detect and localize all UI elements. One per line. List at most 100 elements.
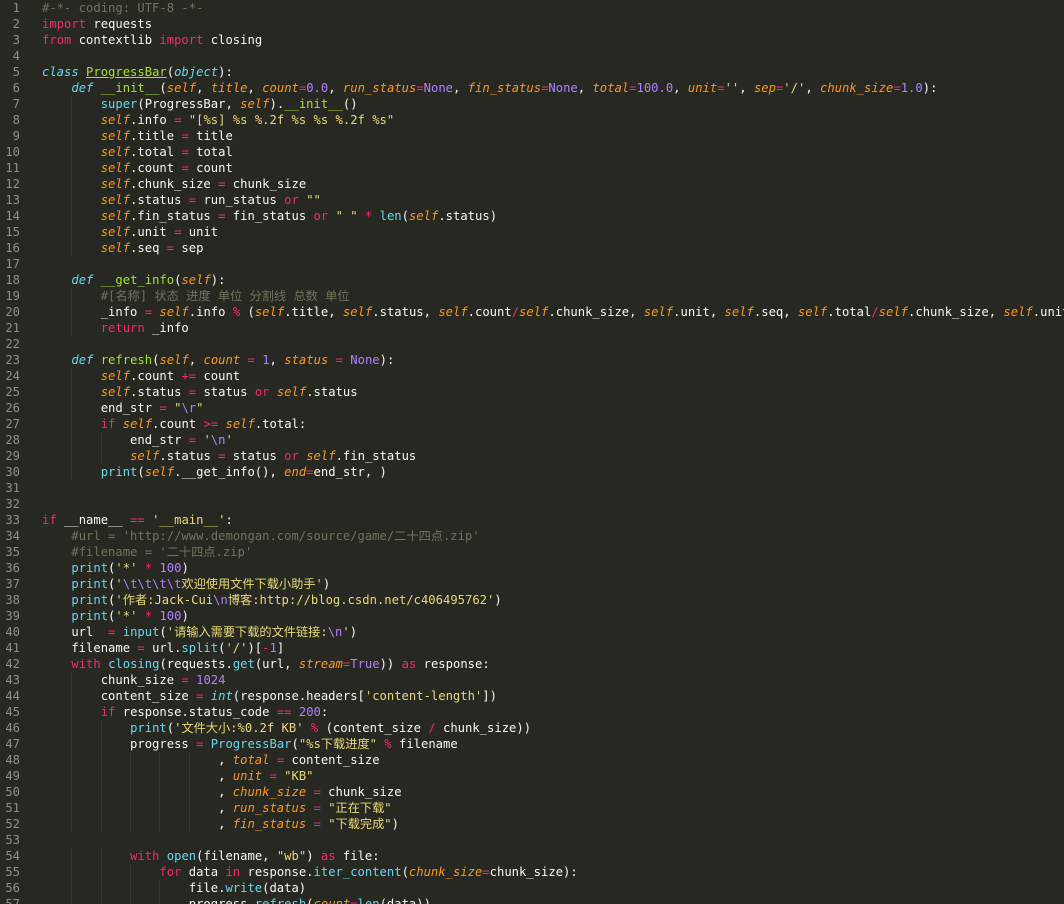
- line-number: 30: [5, 465, 20, 479]
- code-area[interactable]: #-*- coding: UTF-8 -*- import requests fro…: [42, 0, 1064, 904]
- code-line[interactable]: return _info: [42, 320, 1064, 336]
- code-line[interactable]: print('作者:Jack-Cui\n博客:http://blog.csdn.…: [42, 592, 1064, 608]
- code-line[interactable]: if __name__ == '__main__':: [42, 512, 1064, 528]
- code-token: write: [225, 881, 263, 895]
- code-line[interactable]: self.fin_status = fin_status or " " * le…: [42, 208, 1064, 224]
- code-line[interactable]: self.title = title: [42, 128, 1064, 144]
- code-line[interactable]: , run_status = "正在下载": [42, 800, 1064, 816]
- code-token: response.: [240, 865, 314, 879]
- code-line[interactable]: if response.status_code == 200:: [42, 704, 1064, 720]
- code-token: run_status: [342, 81, 417, 95]
- code-token: with: [71, 657, 101, 671]
- code-line[interactable]: self.unit = unit: [42, 224, 1064, 240]
- line-number: 15: [5, 225, 20, 239]
- code-token: =: [181, 145, 189, 159]
- code-line[interactable]: end_str = "\r": [42, 400, 1064, 416]
- indent-guide: [100, 816, 102, 832]
- code-line[interactable]: progress = ProgressBar("%s下载进度" % filena…: [42, 736, 1064, 752]
- code-token: filename: [391, 737, 458, 751]
- code-line[interactable]: [42, 336, 1064, 352]
- code-line[interactable]: content_size = int(response.headers['con…: [42, 688, 1064, 704]
- code-line[interactable]: if self.count >= self.total:: [42, 416, 1064, 432]
- code-line[interactable]: [42, 832, 1064, 848]
- code-token: ': [342, 625, 350, 639]
- code-line[interactable]: self.status = status or self.status: [42, 384, 1064, 400]
- line-number: 42: [5, 657, 20, 671]
- code-line[interactable]: file.write(data): [42, 880, 1064, 896]
- code-line[interactable]: class ProgressBar(object):: [42, 64, 1064, 80]
- code-line[interactable]: def __get_info(self):: [42, 272, 1064, 288]
- code-token: 200: [298, 705, 321, 719]
- line-number: 50: [5, 785, 20, 799]
- code-line[interactable]: , total = content_size: [42, 752, 1064, 768]
- code-token: if: [100, 417, 116, 431]
- code-line[interactable]: self.status = status or self.fin_status: [42, 448, 1064, 464]
- code-line[interactable]: print('*' * 100): [42, 608, 1064, 624]
- code-token: (: [159, 81, 167, 95]
- line-number: 20: [5, 305, 20, 319]
- code-token: =: [137, 641, 145, 655]
- code-line[interactable]: url = input('请输入需要下载的文件链接:\n'): [42, 624, 1064, 640]
- indent-guide: [71, 704, 73, 720]
- code-line[interactable]: , unit = "KB": [42, 768, 1064, 784]
- code-token: ): [494, 593, 502, 607]
- code-line[interactable]: for data in response.iter_content(chunk_…: [42, 864, 1064, 880]
- code-line[interactable]: [42, 496, 1064, 512]
- line-number: 8: [12, 113, 20, 127]
- code-line[interactable]: progress.refresh(count=len(data)): [42, 896, 1064, 904]
- code-line[interactable]: #filename = '二十四点.zip': [42, 544, 1064, 560]
- line-number: 57: [5, 897, 20, 904]
- code-line[interactable]: self.status = run_status or "": [42, 192, 1064, 208]
- code-token: ): [181, 561, 189, 575]
- code-line[interactable]: chunk_size = 1024: [42, 672, 1064, 688]
- code-line[interactable]: print(self.__get_info(), end=end_str, ): [42, 464, 1064, 480]
- indent-guide: [71, 400, 73, 416]
- code-editor[interactable]: 1 2 3 4 5 6 7 8 9 10 11 12 13 14 15 16 17 18 19 20 21 22 23 24 2…: [0, 0, 1064, 904]
- code-token: chunk_size: [820, 81, 894, 95]
- code-line[interactable]: def refresh(self, count = 1, status = No…: [42, 352, 1064, 368]
- code-token: self: [240, 97, 270, 111]
- code-line[interactable]: self.count += count: [42, 368, 1064, 384]
- code-token: as: [401, 657, 417, 671]
- code-token: .count: [152, 417, 204, 431]
- indent-guide: [71, 368, 73, 384]
- code-line[interactable]: , fin_status = "下载完成"): [42, 816, 1064, 832]
- line-number: 24: [5, 369, 20, 383]
- code-line[interactable]: [42, 480, 1064, 496]
- code-line[interactable]: print('*' * 100): [42, 560, 1064, 576]
- code-line[interactable]: self.count = count: [42, 160, 1064, 176]
- code-line[interactable]: self.seq = sep: [42, 240, 1064, 256]
- indent-guide: [71, 816, 73, 832]
- code-token: self: [100, 193, 131, 207]
- code-line[interactable]: print('文件大小:%0.2f KB' % (content_size / …: [42, 720, 1064, 736]
- code-line[interactable]: from contextlib import closing: [42, 32, 1064, 48]
- code-line[interactable]: self.chunk_size = chunk_size: [42, 176, 1064, 192]
- code-line[interactable]: super(ProgressBar, self).__init__(): [42, 96, 1064, 112]
- code-line[interactable]: self.info = "[%s] %s %.2f %s %s %.2f %s": [42, 112, 1064, 128]
- code-token: self: [306, 449, 336, 463]
- code-line[interactable]: #url = 'http://www.demongan.com/source/g…: [42, 528, 1064, 544]
- code-token: print: [71, 577, 109, 591]
- code-line[interactable]: def __init__(self, title, count = 0.0, run…: [42, 80, 1064, 96]
- code-line[interactable]: #[名称] 状态 进度 单位 分割线 总数 单位: [42, 288, 1064, 304]
- code-line[interactable]: with closing(requests.get(url, stream=Tr…: [42, 656, 1064, 672]
- code-line[interactable]: [42, 48, 1064, 64]
- code-token: =: [717, 81, 725, 95]
- code-line[interactable]: with open(filename, "wb") as file:: [42, 848, 1064, 864]
- code-line[interactable]: #-*- coding: UTF-8 -*-: [42, 0, 1064, 16]
- code-line[interactable]: print('\t\t\t\t欢迎使用文件下载小助手'): [42, 576, 1064, 592]
- code-line[interactable]: self.total = total: [42, 144, 1064, 160]
- code-token: )): [379, 657, 402, 671]
- code-line[interactable]: import requests: [42, 16, 1064, 32]
- code-line[interactable]: filename = url.split('/')[-1]: [42, 640, 1064, 656]
- code-line[interactable]: , chunk_size = chunk_size: [42, 784, 1064, 800]
- code-line[interactable]: [42, 256, 1064, 272]
- code-line[interactable]: end_str = '\n': [42, 432, 1064, 448]
- code-line[interactable]: _info = self.info % (self.title, self.st…: [42, 304, 1064, 320]
